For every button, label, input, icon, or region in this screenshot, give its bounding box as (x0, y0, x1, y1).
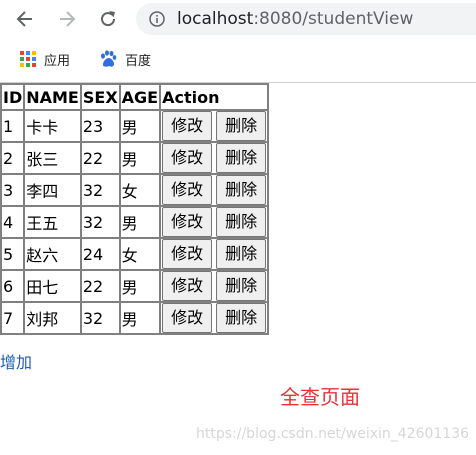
cell-sex: 32 (80, 302, 120, 334)
edit-button[interactable]: 修改 (162, 303, 213, 333)
url-host: localhost (177, 9, 254, 29)
cell-id: 3 (1, 174, 25, 206)
bookmark-apps[interactable]: 应用 (20, 49, 70, 69)
back-button[interactable] (12, 6, 38, 32)
watermark-text: https://blog.csdn.net/weixin_42601136 (196, 426, 470, 442)
cell-id: 1 (1, 110, 25, 142)
cell-action: 修改 删除 (160, 174, 269, 206)
reload-button[interactable] (95, 6, 121, 32)
cell-age: 女 (119, 174, 161, 206)
cell-action: 修改 删除 (160, 110, 269, 142)
cell-sex: 32 (80, 206, 120, 238)
cell-name: 田七 (24, 270, 81, 302)
edit-button[interactable]: 修改 (162, 175, 213, 205)
cell-age: 男 (119, 270, 161, 302)
forward-button[interactable] (54, 6, 80, 32)
edit-button[interactable]: 修改 (162, 143, 213, 173)
delete-button[interactable]: 删除 (216, 207, 267, 237)
cell-action: 修改 删除 (160, 238, 269, 270)
cell-id: 5 (1, 238, 25, 270)
cell-name: 卡卡 (24, 110, 81, 142)
forward-arrow-icon (60, 11, 76, 27)
edit-button[interactable]: 修改 (162, 239, 213, 269)
cell-id: 6 (1, 270, 25, 302)
cell-age: 男 (119, 206, 161, 238)
table-row: 6 田七 22 男 修改 删除 (1, 270, 269, 302)
url-path: :8080/studentView (253, 9, 414, 29)
student-table: ID NAME SEX AGE Action 1 卡卡 23 男 修改 删除 2 … (0, 83, 270, 335)
cell-action: 修改 删除 (160, 206, 269, 238)
delete-button[interactable]: 删除 (216, 175, 267, 205)
cell-id: 7 (1, 302, 25, 334)
header-sex: SEX (80, 84, 120, 110)
header-age: AGE (119, 84, 161, 110)
delete-button[interactable]: 删除 (216, 303, 267, 333)
cell-age: 男 (119, 110, 161, 142)
bookmark-baidu-label: 百度 (125, 53, 152, 69)
table-row: 1 卡卡 23 男 修改 删除 (1, 110, 269, 142)
cell-sex: 22 (80, 270, 120, 302)
cell-name: 张三 (24, 142, 81, 174)
edit-button[interactable]: 修改 (162, 207, 213, 237)
table-row: 5 赵六 24 女 修改 删除 (1, 238, 269, 270)
cell-action: 修改 删除 (160, 302, 269, 334)
cell-sex: 22 (80, 142, 120, 174)
cell-name: 赵六 (24, 238, 81, 270)
edit-button[interactable]: 修改 (162, 271, 213, 301)
cell-action: 修改 删除 (160, 270, 269, 302)
apps-grid-icon (20, 51, 36, 67)
url-text[interactable]: localhost:8080/studentView (177, 8, 413, 30)
reload-icon (101, 11, 116, 27)
table-row: 3 李四 32 女 修改 删除 (1, 174, 269, 206)
delete-button[interactable]: 删除 (216, 143, 267, 173)
cell-id: 4 (1, 206, 25, 238)
table-header-row: ID NAME SEX AGE Action (1, 84, 269, 110)
delete-button[interactable]: 删除 (216, 271, 267, 301)
cell-sex: 24 (80, 238, 120, 270)
cell-name: 刘邦 (24, 302, 81, 334)
browser-chrome: localhost:8080/studentView 应用 百度 (0, 0, 476, 83)
back-arrow-icon (16, 11, 32, 27)
table-row: 7 刘邦 32 男 修改 删除 (1, 302, 269, 334)
header-id: ID (1, 84, 25, 110)
cell-name: 李四 (24, 174, 81, 206)
baidu-paw-icon (99, 50, 117, 68)
cell-sex: 23 (80, 110, 120, 142)
edit-button[interactable]: 修改 (162, 111, 213, 141)
info-icon[interactable] (149, 11, 165, 27)
delete-button[interactable]: 删除 (216, 239, 267, 269)
cell-action: 修改 删除 (160, 142, 269, 174)
cell-sex: 32 (80, 174, 120, 206)
cell-id: 2 (1, 142, 25, 174)
header-action: Action (160, 84, 269, 110)
delete-button[interactable]: 删除 (216, 111, 267, 141)
table-row: 4 王五 32 男 修改 删除 (1, 206, 269, 238)
page-heading: 全查页面 (280, 385, 360, 409)
page-content: ID NAME SEX AGE Action 1 卡卡 23 男 修改 删除 2 … (0, 83, 476, 455)
address-bar[interactable]: localhost:8080/studentView (136, 3, 476, 35)
header-name: NAME (24, 84, 81, 110)
bookmark-apps-label: 应用 (44, 53, 71, 69)
cell-age: 女 (119, 238, 161, 270)
cell-name: 王五 (24, 206, 81, 238)
bookmark-baidu[interactable]: 百度 (99, 49, 151, 69)
cell-age: 男 (119, 142, 161, 174)
add-student-link[interactable]: 增加 (0, 349, 32, 373)
table-row: 2 张三 22 男 修改 删除 (1, 142, 269, 174)
cell-age: 男 (119, 302, 161, 334)
